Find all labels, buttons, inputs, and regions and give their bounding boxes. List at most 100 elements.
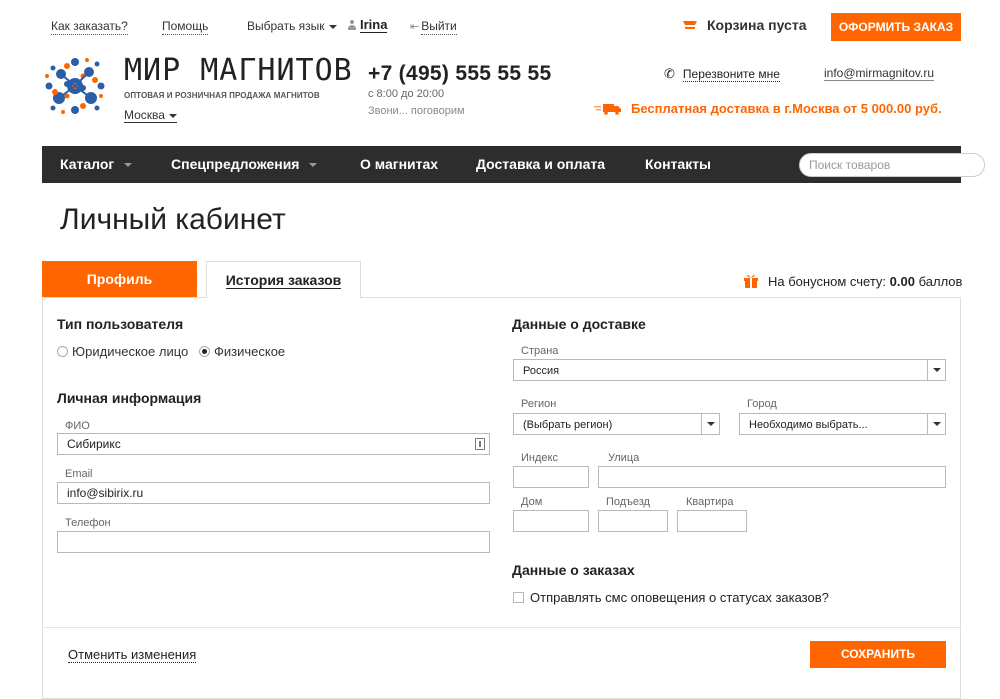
delivery-banner: Бесплатная доставка в г.Москва от 5 000.… [594,101,942,116]
tab-profile[interactable]: Профиль [42,261,197,297]
logout-icon: ⇤ [410,21,420,33]
page-title: Личный кабинет [60,203,286,236]
country-value: Россия [523,365,560,377]
phone-icon: ✆ [664,66,675,81]
cart-status-label: Корзина пуста [707,17,807,33]
entrance-label: Подъезд [606,496,650,508]
fio-value: Сибирикс [67,437,121,451]
save-button[interactable]: СОХРАНИТЬ [810,641,946,668]
nav-item-label: Каталог [60,156,115,172]
city-selector[interactable]: Москва [124,108,177,123]
language-dropdown[interactable]: Выбрать язык [247,19,337,33]
fio-label: ФИО [65,420,90,432]
brand-tagline: ОПТОВАЯ И РОЗНИЧНАЯ ПРОДАЖА МАГНИТОВ [124,91,320,100]
house-field[interactable] [513,510,589,532]
user-link[interactable]: Irina [348,17,388,33]
city-label: Город [747,398,777,410]
checkbox-icon [513,592,524,603]
chevron-down-icon [168,113,177,118]
chevron-down-icon [927,414,945,434]
phone-number: +7 (495) 555 55 55 [368,62,552,85]
bonus-unit: баллов [918,274,963,289]
chevron-down-icon [701,414,719,434]
flat-field[interactable] [677,510,747,532]
flat-label: Квартира [686,496,734,508]
chevron-down-icon [927,360,945,380]
logout-label: Выйти [421,19,457,35]
index-field[interactable] [513,466,589,488]
sms-notification-checkbox[interactable]: Отправлять смс оповещения о статусах зак… [513,590,829,605]
email-field[interactable]: info@sibirix.ru [57,482,490,504]
call-note: Звони... поговорим [368,105,465,117]
truck-icon [594,104,621,115]
callback-link[interactable]: ✆ Перезвоните мне [664,66,780,82]
user-type-title: Тип пользователя [57,316,184,332]
delivery-title: Данные о доставке [512,316,646,332]
street-label: Улица [608,452,640,464]
city-value: Необходимо выбрать... [749,419,868,431]
radio-icon [57,346,68,357]
username: Irina [360,17,388,33]
help-label: Помощь [162,19,209,35]
city-label: Москва [124,108,165,122]
cart-status[interactable]: Корзина пуста [683,17,806,33]
radio-legal-label: Юридическое лицо [72,344,189,359]
nav-item-label: Контакты [645,156,712,172]
nav-item-about-magnets[interactable]: О магнитах [360,146,438,183]
brand-name[interactable]: МИР МАГНИТОВ [124,53,353,88]
region-label: Регион [521,398,557,410]
search-input[interactable]: Поиск товаров [799,153,985,177]
callback-label: Перезвоните мне [682,67,780,82]
cart-icon [683,21,697,29]
radio-individual[interactable]: Физическое [199,344,285,359]
country-select[interactable]: Россия [513,359,946,381]
street-field[interactable] [598,466,946,488]
help-link[interactable]: Помощь [162,19,209,35]
phone-field[interactable] [57,531,490,553]
email-label: Email [65,468,93,480]
checkout-button[interactable]: ОФОРМИТЬ ЗАКАЗ [831,13,961,41]
how-to-order-label: Как заказать? [51,19,128,35]
work-hours: с 8:00 до 20:00 [368,88,445,100]
radio-checked-icon [199,346,210,357]
nav-item-contacts[interactable]: Контакты [645,146,711,183]
chevron-down-icon [309,163,318,168]
city-select[interactable]: Необходимо выбрать... [739,413,946,435]
fio-field[interactable]: Сибирикс [57,433,490,455]
main-nav: Каталог Спецпредложения О магнитах Доста… [42,146,985,183]
region-select[interactable]: (Выбрать регион) [513,413,720,435]
tab-order-history-label: История заказов [225,272,342,289]
radio-legal-entity[interactable]: Юридическое лицо [57,344,188,359]
region-value: (Выбрать регион) [523,419,613,431]
logout-link[interactable]: ⇤ Выйти [410,19,457,35]
chevron-down-icon [124,163,133,168]
house-label: Дом [521,496,543,508]
nav-item-label: Спецпредложения [171,156,300,172]
sms-notification-label: Отправлять смс оповещения о статусах зак… [530,590,829,605]
nav-item-catalog[interactable]: Каталог [60,146,133,183]
logo-icon[interactable] [41,52,109,120]
orders-title: Данные о заказах [512,562,635,578]
personal-info-title: Личная информация [57,390,202,406]
nav-item-label: О магнитах [360,156,439,172]
bonus-value: 0.00 [889,274,915,289]
top-bar: Как заказать? Помощь Выбрать язык Irina … [0,0,1000,50]
phone-label: Телефон [65,517,111,529]
nav-item-label: Доставка и оплата [476,156,606,172]
entrance-field[interactable] [598,510,668,532]
index-label: Индекс [521,452,558,464]
user-icon [348,20,356,30]
contact-card-icon [475,438,485,450]
cancel-changes-link[interactable]: Отменить изменения [68,647,197,663]
gift-icon [744,274,758,288]
country-label: Страна [521,345,559,357]
divider [42,627,961,628]
bonus-balance: На бонусном счету: 0.00 баллов [743,272,962,289]
chevron-down-icon [328,24,337,29]
bonus-label: На бонусном счету: [768,274,887,289]
tab-order-history[interactable]: История заказов [206,261,361,298]
nav-item-delivery-payment[interactable]: Доставка и оплата [476,146,605,183]
nav-item-special-offers[interactable]: Спецпредложения [171,146,318,183]
email-link[interactable]: info@mirmagnitov.ru [824,66,934,81]
how-to-order-link[interactable]: Как заказать? [51,19,128,35]
